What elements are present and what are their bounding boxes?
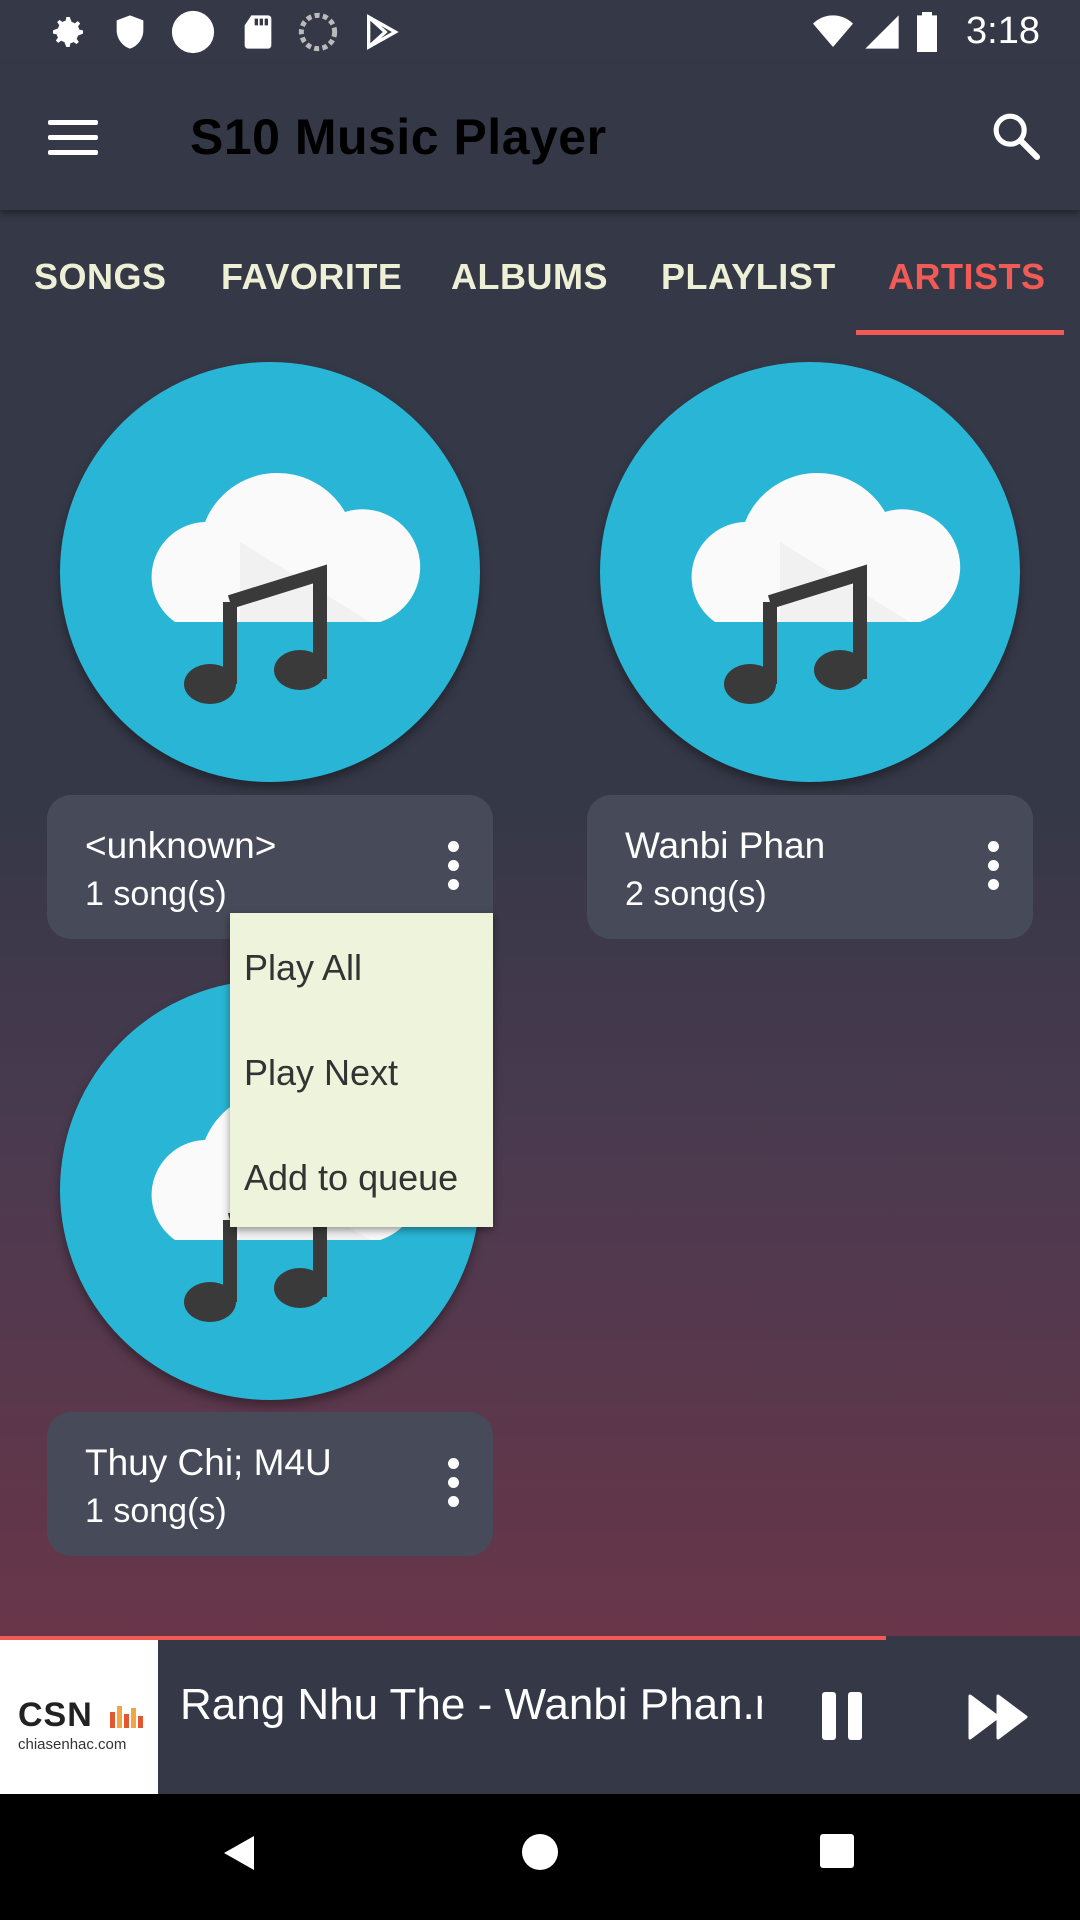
shield-icon: [116, 15, 144, 49]
system-nav-bar: [0, 1794, 1080, 1920]
sd-card-icon: [244, 15, 272, 49]
equalizer-icon: [110, 1706, 143, 1728]
more-options-icon[interactable]: [443, 1458, 463, 1510]
tab-artists[interactable]: ARTISTS: [888, 256, 1046, 298]
hamburger-menu-icon[interactable]: [48, 120, 98, 156]
sync-icon: [298, 12, 338, 52]
play-store-icon: [367, 14, 399, 50]
artist-card[interactable]: Thuy Chi; M4U 1 song(s): [47, 1412, 493, 1556]
artist-song-count: 1 song(s): [85, 875, 227, 913]
app-title: S10 Music Player: [190, 109, 607, 165]
artist-song-count: 2 song(s): [625, 875, 767, 913]
search-icon[interactable]: [988, 108, 1044, 164]
album-art[interactable]: CSN chiasenhac.com: [0, 1640, 158, 1794]
tab-playlist[interactable]: PLAYLIST: [661, 256, 836, 298]
circle-icon: [171, 10, 215, 54]
tab-songs[interactable]: SONGS: [34, 256, 167, 298]
menu-item-play-next[interactable]: Play Next: [244, 1052, 398, 1094]
more-options-icon[interactable]: [443, 841, 463, 893]
menu-item-play-all[interactable]: Play All: [244, 947, 362, 989]
artist-song-count: 1 song(s): [85, 1492, 227, 1530]
recents-icon[interactable]: [820, 1834, 854, 1868]
signal-icon: [865, 15, 899, 49]
music-cloud-icon: [691, 472, 961, 704]
back-icon[interactable]: [222, 1834, 256, 1872]
album-site: chiasenhac.com: [18, 1736, 127, 1753]
track-title: Rang Nhu The - Wanbi Phan.m: [180, 1680, 762, 1729]
album-brand: CSN: [18, 1696, 93, 1734]
menu-item-add-to-queue[interactable]: Add to queue: [244, 1157, 458, 1199]
artist-name: Thuy Chi; M4U: [85, 1442, 332, 1483]
app-bar: S10 Music Player: [0, 64, 1080, 210]
status-bar: 3:18: [0, 0, 1080, 64]
status-time: 3:18: [966, 10, 1040, 52]
tab-bar: SONGS FAVORITE ALBUMS PLAYLIST ARTISTS: [0, 210, 1080, 335]
tab-indicator: [856, 330, 1064, 335]
artist-name: Wanbi Phan: [625, 825, 826, 866]
context-menu: Play All Play Next Add to queue: [230, 913, 493, 1227]
artist-image[interactable]: [60, 362, 480, 782]
pause-icon[interactable]: [820, 1692, 864, 1740]
battery-icon: [917, 12, 937, 52]
tab-favorite[interactable]: FAVORITE: [221, 256, 402, 298]
now-playing-bar[interactable]: CSN chiasenhac.com Rang Nhu The - Wanbi …: [0, 1636, 1080, 1794]
artist-image[interactable]: [600, 362, 1020, 782]
tab-albums[interactable]: ALBUMS: [451, 256, 608, 298]
artist-name: <unknown>: [85, 825, 277, 866]
gear-icon: [53, 17, 83, 47]
home-icon[interactable]: [522, 1834, 558, 1870]
wifi-icon: [813, 15, 853, 47]
music-cloud-icon: [151, 472, 421, 704]
artist-card[interactable]: Wanbi Phan 2 song(s): [587, 795, 1033, 939]
fast-forward-icon[interactable]: [968, 1692, 1030, 1742]
more-options-icon[interactable]: [983, 841, 1003, 893]
